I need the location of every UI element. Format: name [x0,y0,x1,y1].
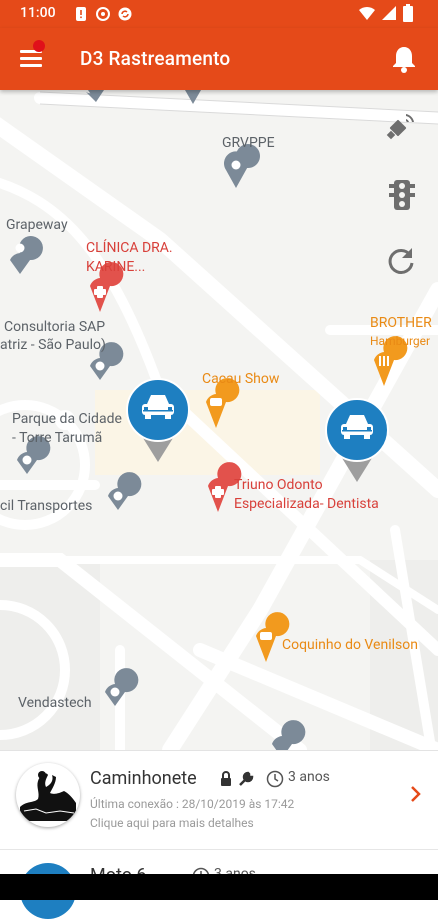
details-hint: Clique aqui para mais detalhes [90,816,254,830]
system-nav-bar [0,874,438,900]
vehicle-card[interactable]: Caminhonete 3 anos Última conexão : 28/1… [0,751,438,850]
status-time: 11:00 [20,5,56,21]
menu-button[interactable] [20,40,45,70]
gear-icon [96,7,110,21]
place-label: BROTHER [370,315,432,331]
place-label: Especializada- Dentista [234,496,379,512]
satellite-signal-icon[interactable] [386,110,418,142]
vehicle-age: 3 anos [288,769,330,785]
place-label: Vendastech [18,695,92,711]
vehicle-avatar [16,763,80,827]
place-label: GRVPPE [222,135,275,151]
refresh-icon[interactable] [386,246,416,276]
place-label: cil Transportes [0,498,93,514]
signal-icon [382,6,396,20]
vehicle-name: Caminhonete [90,768,197,789]
place-label: Grapeway [6,217,68,233]
place-label: Parque da Cidade [12,411,122,427]
status-bar: 11:00 [0,0,438,28]
app-title: D3 Rastreamento [80,47,231,70]
lock-icon [221,771,231,786]
sync-icon [118,7,132,21]
traffic-light-icon[interactable] [388,178,416,212]
sim-alert-icon [76,7,86,21]
place-label: Consultoria SAP [4,319,106,335]
place-label: Hamburger [370,334,431,348]
place-label: atriz - São Paulo) [0,337,106,353]
notification-dot [33,40,45,52]
map-view[interactable]: GRVPPE Grapeway CLÍNICA DRA. KARINE... C… [0,90,438,750]
place-label: KARINE... [86,259,146,275]
wifi-icon [359,6,375,20]
place-label: - Torre Tarumã [12,430,103,446]
bell-icon[interactable] [390,44,418,74]
wrench-icon [239,771,254,786]
chevron-right-icon[interactable] [410,785,422,803]
place-label: Triuno Odonto [234,477,323,493]
place-label: Coquinho do Venilson [282,637,418,653]
app-bar: D3 Rastreamento [0,28,438,90]
place-label: CLÍNICA DRA. [86,240,173,256]
last-connection: Última conexão : 28/10/2019 às 17:42 [90,797,295,811]
place-label: Cacau Show [202,371,280,387]
silhouette-image [20,771,76,821]
clock-icon [266,770,284,788]
battery-icon [403,4,413,22]
